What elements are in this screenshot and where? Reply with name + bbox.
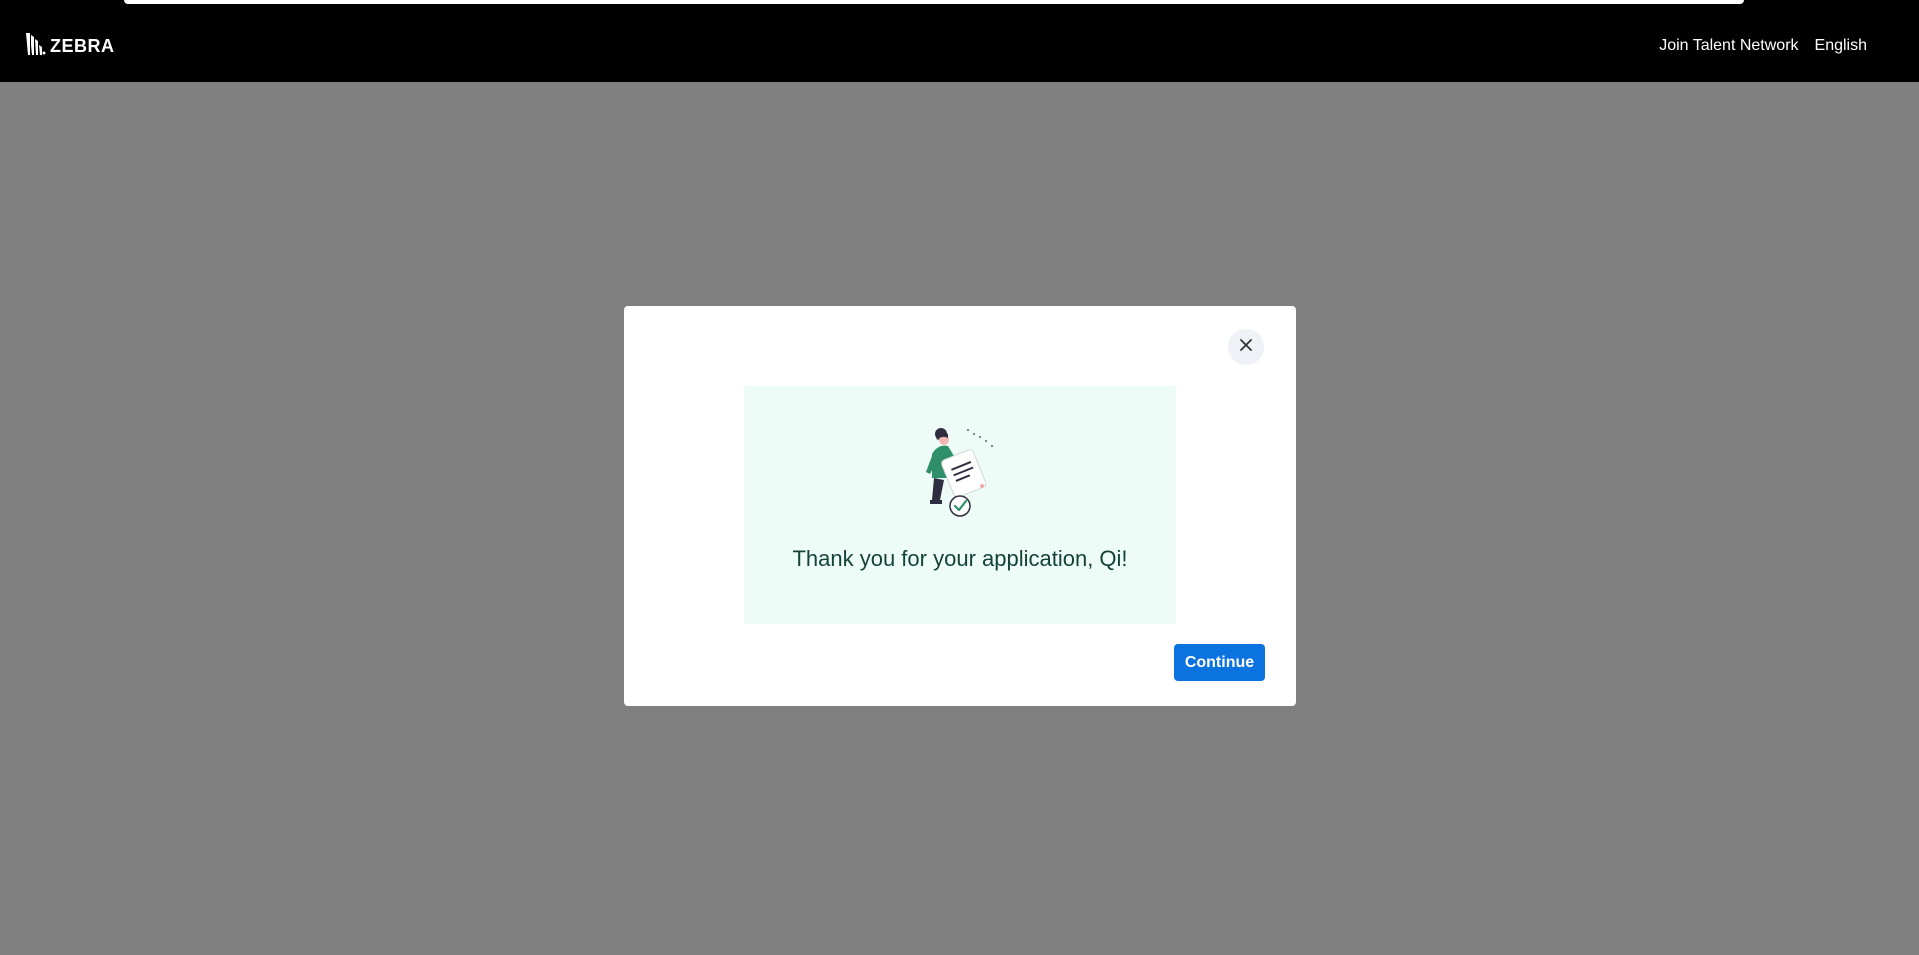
thank-you-message: Thank you for your application, Qi!	[792, 546, 1128, 571]
close-icon	[1239, 338, 1253, 357]
logo-text: ZEBRA	[50, 35, 115, 56]
close-button[interactable]	[1228, 329, 1264, 365]
zebra-logo[interactable]: ZEBRA	[24, 31, 115, 62]
zebra-head-icon	[24, 31, 46, 62]
confirmation-banner: Thank you for your application, Qi!	[744, 386, 1176, 624]
site-header: ZEBRA Join Talent Network English	[0, 10, 1919, 82]
language-selector[interactable]: English	[1815, 37, 1867, 55]
join-talent-network-link[interactable]: Join Talent Network	[1659, 37, 1798, 55]
application-confirmation-modal: Thank you for your application, Qi! Cont…	[624, 306, 1296, 706]
woman-holding-document-check-illustration	[918, 426, 1008, 518]
top-strip-bar	[124, 0, 1744, 4]
browser-top-strip	[0, 0, 1919, 10]
continue-button[interactable]: Continue	[1174, 644, 1265, 681]
header-nav: Join Talent Network English	[1659, 37, 1867, 55]
